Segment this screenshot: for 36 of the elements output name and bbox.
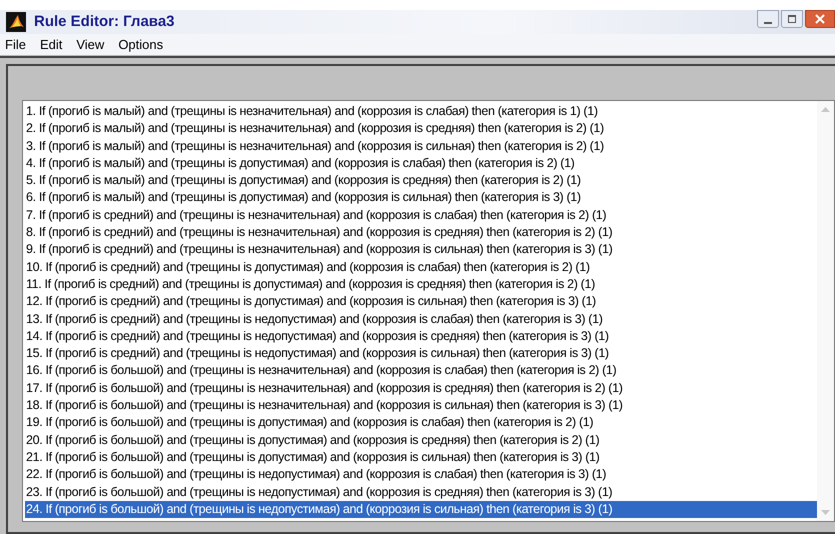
minimize-icon [764,22,772,24]
rule-item[interactable]: 22. If (прогиб is большой) and (трещины is недопустимая) and (коррозия is слабая) then (категория is 3) (1) [25,466,817,484]
rule-item[interactable]: 23. If (прогиб is большой) and (трещины is недопустимая) and (коррозия is средняя) then (категория is 3) (1) [25,484,817,501]
rule-item[interactable]: 2. If (прогиб is малый) and (трещины is незначительная) and (коррозия is средняя) then (категория is 2) (1) [25,120,817,138]
rule-item[interactable]: 7. If (прогиб is средний) and (трещины is незначительная) and (коррозия is слабая) then (категория is 2) (1) [25,206,817,224]
menu-item[interactable]: View [76,34,104,54]
window-title: Rule Editor: Глава3 [34,12,175,32]
close-button[interactable] [805,10,835,28]
rule-item[interactable]: 1. If (прогиб is малый) and (трещины is незначительная) and (коррозия is слабая) then (категория is 1) (1) [25,103,817,120]
rule-item[interactable]: 14. If (прогиб is средний) and (трещины is недопустимая) and (коррозия is средняя) then (категория is 3) (1) [25,328,817,346]
menu-item[interactable]: Options [118,34,164,54]
rule-item[interactable]: 17. If (прогиб is большой) and (трещины is незначительная) and (коррозия is средняя) then (категория is 2) (1) [25,380,817,398]
maximize-icon [788,15,796,23]
minimize-button[interactable] [757,10,779,28]
menu-item[interactable]: Edit [40,34,62,54]
rule-item[interactable]: 8. If (прогиб is средний) and (трещины is незначительная) and (коррозия is средняя) then (категория is 2) (1) [25,224,817,242]
maximize-button[interactable] [781,10,803,28]
rule-item[interactable]: 15. If (прогиб is средний) and (трещины is недопустимая) and (коррозия is сильная) then (категория is 3) (1) [25,345,817,362]
rule-item[interactable]: 16. If (прогиб is большой) and (трещины is незначительная) and (коррозия is слабая) then (категория is 2) (1) [25,362,817,380]
close-icon [815,14,825,24]
rule-item[interactable]: 21. If (прогиб is большой) and (трещины is допустимая) and (коррозия is сильная) then (категория is 3) (1) [25,448,817,466]
rule-item[interactable]: 20. If (прогиб is большой) and (трещины is допустимая) and (коррозия is средняя) then (категория is 2) (1) [25,432,817,449]
rule-item[interactable]: 18. If (прогиб is большой) and (трещины is незначительная) and (коррозия is сильная) then (категория is 3) (1) [25,397,817,414]
rule-item[interactable]: 12. If (прогиб is средний) and (трещины is допустимая) and (коррозия is сильная) then (категория is 3) (1) [25,293,817,311]
rule-item[interactable]: 13. If (прогиб is средний) and (трещины is недопустимая) and (коррозия is слабая) then (категория is 3) (1) [25,310,817,328]
rule-item[interactable]: 5. If (прогиб is малый) and (трещины is допустимая) and (коррозия is средняя) then (категория is 2) (1) [25,172,817,190]
rule-item[interactable]: 4. If (прогиб is малый) and (трещины is допустимая) and (коррозия is слабая) then (категория is 2) (1) [25,154,817,172]
rule-item[interactable]: 24. If (прогиб is большой) and (трещины is недопустимая) and (коррозия is сильная) then (категория is 3) (1) [25,500,817,518]
rule-item[interactable]: 19. If (прогиб is большой) and (трещины is допустимая) and (коррозия is слабая) then (категория is 2) (1) [25,414,817,432]
rule-item[interactable]: 6. If (прогиб is малый) and (трещины is допустимая) and (коррозия is сильная) then (категория is 3) (1) [25,189,817,207]
rule-item[interactable]: 9. If (прогиб is средний) and (трещины is незначительная) and (коррозия is сильная) then (категория is 3) (1) [25,241,817,259]
rule-item[interactable]: 10. If (прогиб is средний) and (трещины is допустимая) and (коррозия is слабая) then (категория is 2) (1) [25,258,817,276]
rule-item[interactable]: 11. If (прогиб is средний) and (трещины is допустимая) and (коррозия is средняя) then (категория is 2) (1) [25,276,817,294]
app-logo-icon [6,12,26,32]
menu-item[interactable]: File [5,34,26,54]
rule-item[interactable]: 3. If (прогиб is малый) and (трещины is незначительная) and (коррозия is сильная) then (категория is 2) (1) [25,138,817,155]
